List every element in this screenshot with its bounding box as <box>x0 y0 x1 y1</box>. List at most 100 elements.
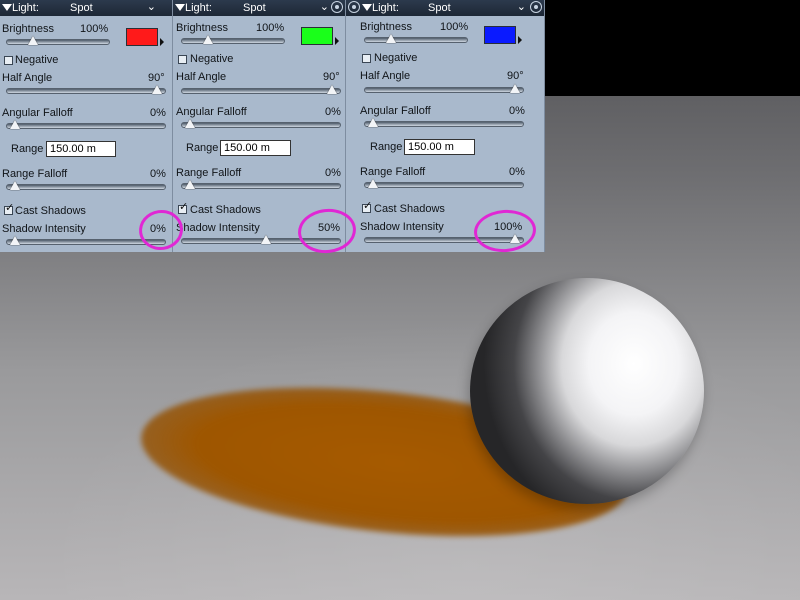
brightness-label: Brightness <box>176 22 228 34</box>
checkmark-icon: ✓ <box>179 201 189 213</box>
color-arrow-icon[interactable] <box>518 36 522 44</box>
slider-thumb[interactable] <box>202 35 213 44</box>
slider-thumb[interactable] <box>184 119 195 128</box>
angular-falloff-slider[interactable] <box>6 120 166 129</box>
color-swatch[interactable] <box>484 26 516 44</box>
negative-checkbox[interactable] <box>4 56 13 65</box>
brightness-value: 100% <box>440 21 469 33</box>
gear-icon[interactable] <box>331 1 343 13</box>
color-arrow-icon[interactable] <box>335 37 339 45</box>
half-angle-slider[interactable] <box>364 84 524 93</box>
slider-thumb[interactable] <box>152 85 163 94</box>
brightness-label: Brightness <box>360 21 412 33</box>
brightness-value: 100% <box>256 22 285 34</box>
range-falloff-slider[interactable] <box>181 180 341 189</box>
half-angle-value: 90° <box>148 72 165 84</box>
negative-label: Negative <box>374 52 418 64</box>
cast-shadows-checkbox[interactable]: ✓ <box>4 202 15 215</box>
color-arrow-icon[interactable] <box>160 38 164 46</box>
angular-falloff-slider[interactable] <box>364 118 524 127</box>
slider-thumb[interactable] <box>327 85 338 94</box>
range-falloff-label: Range Falloff <box>360 166 426 178</box>
checkmark-icon: ✓ <box>363 200 373 212</box>
chevron-down-icon[interactable]: ⌄ <box>517 0 526 15</box>
slider-thumb[interactable] <box>9 181 20 190</box>
half-angle-slider[interactable] <box>181 85 341 94</box>
chevron-down-icon[interactable]: ⌄ <box>320 0 329 15</box>
range-falloff-label: Range Falloff <box>176 167 242 179</box>
panel-title: Light: <box>372 2 399 14</box>
range-input[interactable]: 150.00 m <box>220 140 291 156</box>
half-angle-label: Half Angle <box>360 70 411 82</box>
light-type-select[interactable]: Spot <box>70 0 93 16</box>
slider-thumb[interactable] <box>260 235 271 244</box>
checkmark-icon: ✓ <box>5 202 15 214</box>
half-angle-label: Half Angle <box>2 72 53 84</box>
range-label: Range <box>186 142 219 154</box>
angular-falloff-value: 0% <box>150 107 166 119</box>
angular-falloff-label: Angular Falloff <box>2 107 73 119</box>
range-label: Range <box>11 143 44 155</box>
shadow-intensity-label: Shadow Intensity <box>2 223 86 235</box>
range-falloff-slider[interactable] <box>364 179 524 188</box>
cast-shadows-label: Cast Shadows <box>15 205 86 217</box>
angular-falloff-label: Angular Falloff <box>360 105 431 117</box>
brightness-slider[interactable] <box>364 34 468 43</box>
light-type-select[interactable]: Spot <box>243 0 266 16</box>
angular-falloff-label: Angular Falloff <box>176 106 247 118</box>
slider-thumb[interactable] <box>385 34 396 43</box>
shadow-intensity-label: Shadow Intensity <box>360 221 444 233</box>
color-swatch[interactable] <box>126 28 158 46</box>
half-angle-value: 90° <box>323 71 340 83</box>
gear-icon[interactable] <box>348 1 360 13</box>
panel-title: Light: <box>12 2 39 14</box>
half-angle-value: 90° <box>507 70 524 82</box>
range-falloff-value: 0% <box>325 167 341 179</box>
chevron-down-icon[interactable]: ⌄ <box>147 0 156 15</box>
light-panels: Light: Spot ⌄ Brightness 100% Negative H… <box>0 0 545 252</box>
gear-icon[interactable] <box>530 1 542 13</box>
brightness-slider[interactable] <box>6 36 110 45</box>
half-angle-label: Half Angle <box>176 71 227 83</box>
brightness-slider[interactable] <box>181 35 285 44</box>
brightness-value: 100% <box>80 23 109 35</box>
light-type-select[interactable]: Spot <box>428 0 451 16</box>
color-swatch[interactable] <box>301 27 333 45</box>
panel-titlebar[interactable]: Light: Spot ⌄ <box>0 0 172 16</box>
slider-thumb[interactable] <box>184 180 195 189</box>
collapse-triangle-icon[interactable] <box>362 4 372 11</box>
cast-shadows-label: Cast Shadows <box>374 203 445 215</box>
range-falloff-value: 0% <box>150 168 166 180</box>
panel-title: Light: <box>185 2 212 14</box>
slider-thumb[interactable] <box>367 118 378 127</box>
negative-label: Negative <box>190 53 234 65</box>
brightness-label: Brightness <box>2 23 54 35</box>
angular-falloff-value: 0% <box>509 105 525 117</box>
half-angle-slider[interactable] <box>6 85 166 94</box>
range-label: Range <box>370 141 403 153</box>
cast-shadows-checkbox[interactable]: ✓ <box>362 200 373 213</box>
range-falloff-label: Range Falloff <box>2 168 68 180</box>
angular-falloff-value: 0% <box>325 106 341 118</box>
negative-checkbox[interactable] <box>178 55 187 64</box>
negative-label: Negative <box>15 54 59 66</box>
cast-shadows-label: Cast Shadows <box>190 204 261 216</box>
slider-thumb[interactable] <box>510 84 521 93</box>
collapse-triangle-icon[interactable] <box>2 4 12 11</box>
range-falloff-slider[interactable] <box>6 181 166 190</box>
cast-shadows-checkbox[interactable]: ✓ <box>178 201 189 214</box>
panel-titlebar[interactable]: Light: Spot ⌄ <box>173 0 345 16</box>
range-falloff-value: 0% <box>509 166 525 178</box>
angular-falloff-slider[interactable] <box>181 119 341 128</box>
range-input[interactable]: 150.00 m <box>46 141 116 157</box>
slider-thumb[interactable] <box>367 179 378 188</box>
rendered-sphere <box>470 278 704 504</box>
slider-thumb[interactable] <box>9 236 20 245</box>
negative-checkbox[interactable] <box>362 54 371 63</box>
slider-thumb[interactable] <box>9 120 20 129</box>
shadow-intensity-label: Shadow Intensity <box>176 222 260 234</box>
range-input[interactable]: 150.00 m <box>404 139 475 155</box>
slider-thumb[interactable] <box>27 36 38 45</box>
collapse-triangle-icon[interactable] <box>175 4 185 11</box>
panel-titlebar[interactable]: Light: Spot ⌄ <box>346 0 544 16</box>
